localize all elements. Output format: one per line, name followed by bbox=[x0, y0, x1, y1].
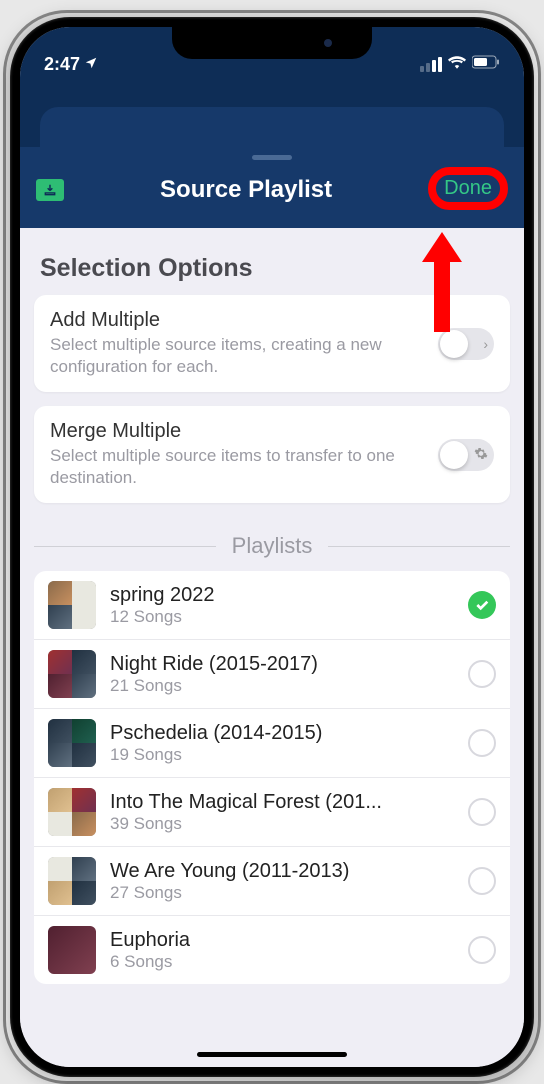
option-title: Add Multiple bbox=[50, 309, 428, 332]
home-indicator[interactable] bbox=[197, 1052, 347, 1057]
checkmark-icon[interactable] bbox=[468, 591, 496, 619]
playlist-count: 6 Songs bbox=[110, 952, 468, 972]
playlist-count: 21 Songs bbox=[110, 676, 468, 696]
option-add-multiple[interactable]: Add Multiple Select multiple source item… bbox=[34, 295, 510, 392]
unchecked-circle-icon[interactable] bbox=[468, 798, 496, 826]
playlist-name: Pschedelia (2014-2015) bbox=[110, 722, 468, 745]
device-notch bbox=[172, 27, 372, 59]
playlist-artwork bbox=[48, 719, 96, 767]
playlist-name: Into The Magical Forest (201... bbox=[110, 791, 468, 814]
option-subtitle: Select multiple source items, creating a… bbox=[50, 334, 428, 378]
sheet-grabber[interactable] bbox=[252, 155, 292, 160]
playlist-name: spring 2022 bbox=[110, 584, 468, 607]
playlists-list: spring 2022 12 Songs Night Ride (2015-20… bbox=[34, 571, 510, 984]
playlist-name: Euphoria bbox=[110, 929, 468, 952]
playlist-artwork bbox=[48, 926, 96, 974]
unchecked-circle-icon[interactable] bbox=[468, 867, 496, 895]
modal-header: Source Playlist Done bbox=[20, 147, 524, 228]
playlist-row[interactable]: Euphoria 6 Songs bbox=[34, 916, 510, 984]
playlist-artwork bbox=[48, 581, 96, 629]
add-multiple-toggle[interactable]: › bbox=[438, 328, 494, 360]
chevron-right-icon: › bbox=[483, 336, 488, 352]
background-header-area bbox=[20, 87, 524, 147]
option-merge-multiple[interactable]: Merge Multiple Select multiple source it… bbox=[34, 406, 510, 503]
import-icon[interactable] bbox=[36, 179, 64, 201]
content-area: Selection Options Add Multiple Select mu… bbox=[20, 228, 524, 1067]
playlist-name: Night Ride (2015-2017) bbox=[110, 653, 468, 676]
playlist-count: 39 Songs bbox=[110, 814, 468, 834]
playlists-divider: Playlists bbox=[34, 533, 510, 559]
done-button[interactable]: Done bbox=[444, 177, 492, 199]
status-time: 2:47 bbox=[44, 54, 80, 75]
playlist-row[interactable]: spring 2022 12 Songs bbox=[34, 571, 510, 640]
playlist-row[interactable]: We Are Young (2011-2013) 27 Songs bbox=[34, 847, 510, 916]
wifi-icon bbox=[448, 55, 466, 74]
unchecked-circle-icon[interactable] bbox=[468, 729, 496, 757]
battery-icon bbox=[472, 55, 500, 74]
location-icon bbox=[84, 54, 98, 75]
playlist-row[interactable]: Into The Magical Forest (201... 39 Songs bbox=[34, 778, 510, 847]
unchecked-circle-icon[interactable] bbox=[468, 660, 496, 688]
playlist-row[interactable]: Night Ride (2015-2017) 21 Songs bbox=[34, 640, 510, 709]
option-subtitle: Select multiple source items to transfer… bbox=[50, 445, 428, 489]
page-title: Source Playlist bbox=[160, 176, 332, 204]
merge-multiple-toggle[interactable] bbox=[438, 439, 494, 471]
gear-icon bbox=[474, 446, 488, 463]
unchecked-circle-icon[interactable] bbox=[468, 936, 496, 964]
annotation-highlight-done: Done bbox=[428, 167, 508, 210]
option-title: Merge Multiple bbox=[50, 420, 428, 443]
playlist-count: 27 Songs bbox=[110, 883, 468, 903]
playlist-artwork bbox=[48, 650, 96, 698]
cellular-icon bbox=[420, 57, 442, 72]
playlist-artwork bbox=[48, 857, 96, 905]
playlists-header-label: Playlists bbox=[216, 533, 329, 559]
playlist-artwork bbox=[48, 788, 96, 836]
playlist-name: We Are Young (2011-2013) bbox=[110, 860, 468, 883]
playlist-count: 12 Songs bbox=[110, 607, 468, 627]
playlist-count: 19 Songs bbox=[110, 745, 468, 765]
playlist-row[interactable]: Pschedelia (2014-2015) 19 Songs bbox=[34, 709, 510, 778]
selection-options-header: Selection Options bbox=[34, 242, 510, 295]
